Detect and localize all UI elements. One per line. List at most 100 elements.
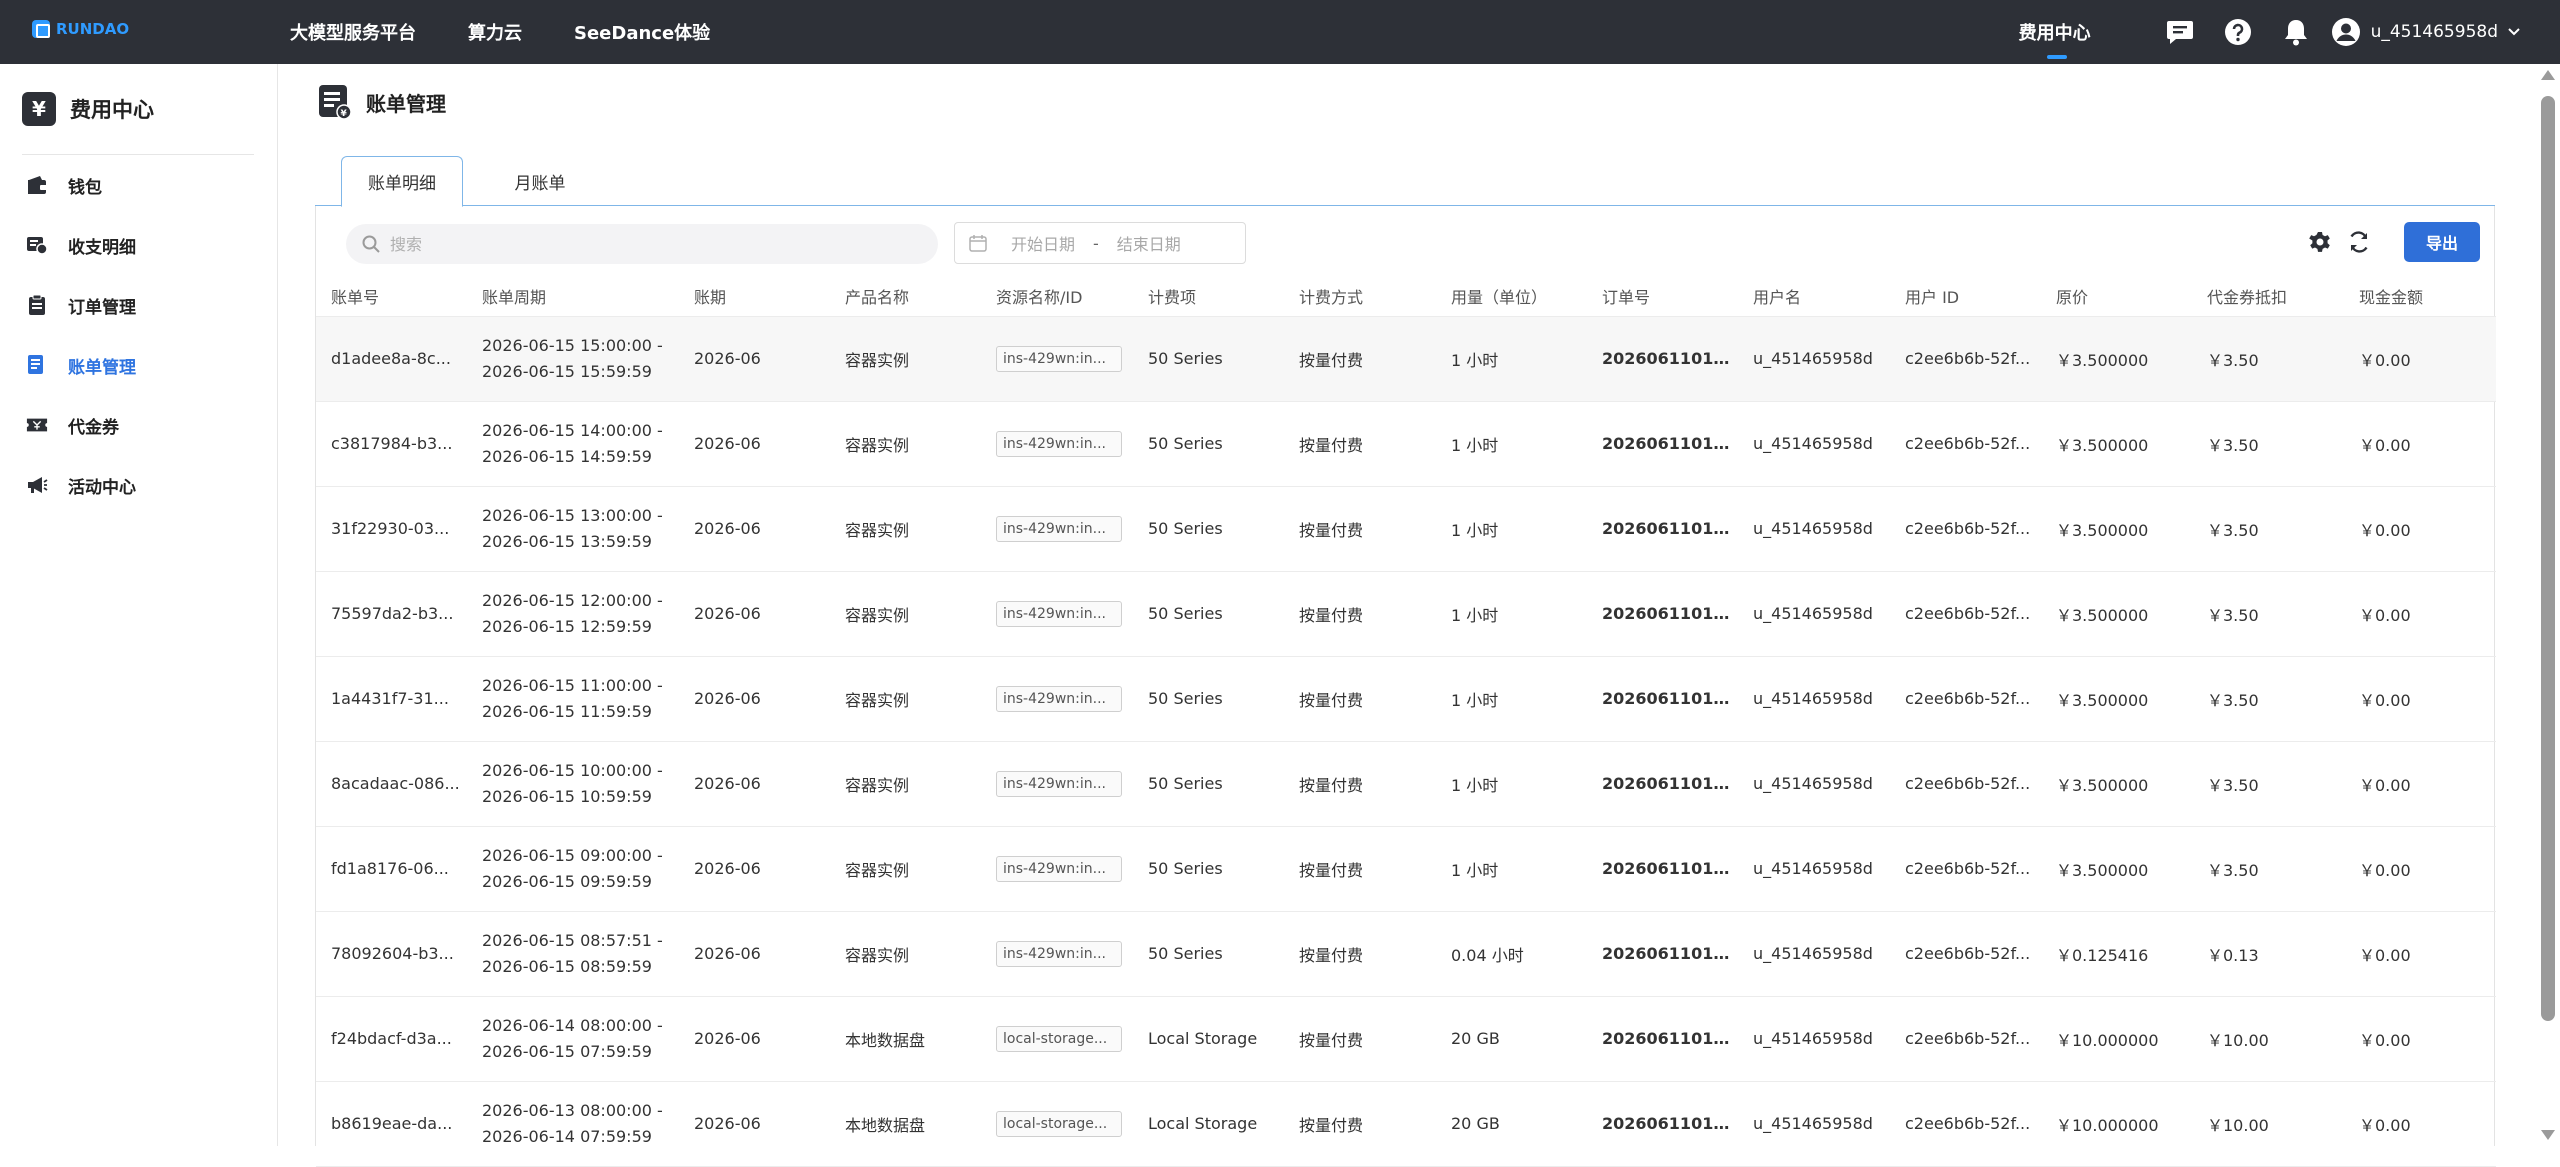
cell-bill-id: 31f22930-03... <box>316 486 467 572</box>
resource-tag[interactable]: ins-429wn:in... <box>996 685 1122 712</box>
table-row[interactable]: 8acadaac-086... 2026-06-15 10:00:00 -2026… <box>316 741 2496 827</box>
resource-tag[interactable]: ins-429wn:in... <box>996 345 1122 372</box>
cell-product: 容器实例 <box>830 486 981 572</box>
cell-billing-item: 50 Series <box>1133 571 1284 657</box>
period-start: 2026-06-15 11:00:00 <box>482 675 652 695</box>
sidebar-item-orders[interactable]: 订单管理 <box>26 285 136 325</box>
sidebar-item-label: 活动中心 <box>68 477 136 498</box>
bill-table: 账单号 账单周期 账期 产品名称 资源名称/ID 计费项 计费方式 用量（单位）… <box>316 276 2496 1167</box>
cell-usage: 20 GB <box>1436 1081 1587 1167</box>
svg-text:¥: ¥ <box>341 109 348 119</box>
col-billing-term: 账期 <box>679 276 830 317</box>
cell-bill-period: 2026-06-15 10:00:00 - 2026-06-15 10:59:59 <box>467 741 679 827</box>
nav-compute-cloud[interactable]: 算力云 <box>468 19 522 45</box>
sidebar-item-activities[interactable]: 活动中心 <box>26 465 136 505</box>
bill-icon <box>26 354 48 376</box>
end-date-input[interactable]: 结束日期 <box>1117 231 1181 255</box>
table-row[interactable]: f24bdacf-d3a... 2026-06-14 08:00:00 -2026… <box>316 996 2496 1082</box>
table-row[interactable]: 31f22930-03... 2026-06-15 13:00:00 -2026-… <box>316 486 2496 572</box>
cell-resource: ins-429wn:in... <box>981 401 1133 487</box>
sidebar-item-wallet[interactable]: 钱包 <box>26 165 102 205</box>
resource-tag[interactable]: ins-429wn:in... <box>996 600 1122 627</box>
cell-voucher-deduction: ￥3.50 <box>2192 741 2344 827</box>
period-start: 2026-06-15 12:00:00 <box>482 590 652 610</box>
cell-cash-amount: ￥0.00 <box>2344 1081 2496 1167</box>
nav-seedance[interactable]: SeeDance体验 <box>574 19 710 45</box>
cell-cash-amount: ￥0.00 <box>2344 486 2496 572</box>
nav-llm-platform[interactable]: 大模型服务平台 <box>290 19 416 45</box>
cell-order-id: 20260611010... <box>1587 571 1738 657</box>
cell-product: 本地数据盘 <box>830 996 981 1082</box>
cell-cash-amount: ￥0.00 <box>2344 656 2496 742</box>
export-button[interactable]: 导出 <box>2404 222 2480 262</box>
col-bill-period: 账单周期 <box>467 276 679 317</box>
table-row[interactable]: 75597da2-b3... 2026-06-15 12:00:00 -2026-… <box>316 571 2496 657</box>
brand-logo[interactable]: RUNDAO <box>32 20 129 38</box>
resource-tag[interactable]: ins-429wn:in... <box>996 855 1122 882</box>
scrollbar-thumb[interactable] <box>2541 96 2555 1021</box>
search-box[interactable] <box>346 224 938 264</box>
chevron-down-icon <box>2508 28 2520 36</box>
cell-product: 容器实例 <box>830 656 981 742</box>
cell-username: u_451465958d <box>1738 911 1890 997</box>
cell-cash-amount: ￥0.00 <box>2344 996 2496 1082</box>
cell-user-id: c2ee6b6b-52f... <box>1890 486 2041 572</box>
resource-tag[interactable]: ins-429wn:in... <box>996 515 1122 542</box>
sidebar-title-text: 费用中心 <box>70 98 154 122</box>
period-end: 2026-06-15 09:59:59 <box>482 871 652 891</box>
cell-billing-method: 按量付费 <box>1284 826 1436 912</box>
scroll-down-arrow-icon[interactable] <box>2541 1130 2555 1140</box>
help-icon[interactable] <box>2209 0 2267 64</box>
resource-tag[interactable]: ins-429wn:in... <box>996 430 1122 457</box>
cell-usage: 1 小时 <box>1436 741 1587 827</box>
cell-resource: local-storage... <box>981 1081 1133 1167</box>
cell-order-id: 20260611010... <box>1587 996 1738 1082</box>
table-row[interactable]: d1adee8a-8c... 2026-06-15 15:00:00 -2026-… <box>316 316 2496 402</box>
search-input[interactable] <box>390 234 890 254</box>
col-cash-amount: 现金金额 <box>2344 276 2496 317</box>
cell-bill-id: b8619eae-da... <box>316 1081 467 1167</box>
cell-bill-id: c3817984-b3... <box>316 401 467 487</box>
table-row[interactable]: fd1a8176-06... 2026-06-15 09:00:00 -2026-… <box>316 826 2496 912</box>
tab-bill-details[interactable]: 账单明细 <box>341 156 463 207</box>
clipboard-icon <box>26 294 48 316</box>
cell-bill-period: 2026-06-14 08:00:00 - 2026-06-15 07:59:59 <box>467 996 679 1082</box>
cell-username: u_451465958d <box>1738 1081 1890 1167</box>
sidebar-item-transactions[interactable]: 收支明细 <box>26 225 136 265</box>
cell-usage: 1 小时 <box>1436 316 1587 402</box>
resource-tag[interactable]: ins-429wn:in... <box>996 770 1122 797</box>
date-range-picker[interactable]: 开始日期 - 结束日期 <box>954 222 1246 264</box>
page-scrollbar[interactable] <box>2536 64 2560 1146</box>
cell-billing-item: 50 Series <box>1133 741 1284 827</box>
sidebar: ¥ 费用中心 钱包 收支明细 订单管理 账单管理 代金券 活动中心 <box>0 64 278 1146</box>
period-start: 2026-06-13 08:00:00 <box>482 1100 652 1120</box>
refresh-icon[interactable] <box>2346 230 2372 258</box>
cell-product: 本地数据盘 <box>830 1081 981 1167</box>
cell-billing-item: 50 Series <box>1133 316 1284 402</box>
table-row[interactable]: c3817984-b3... 2026-06-15 14:00:00 -2026-… <box>316 401 2496 487</box>
tab-monthly-bill[interactable]: 月账单 <box>485 156 595 206</box>
nav-fee-center[interactable]: 费用中心 <box>2019 19 2091 59</box>
sidebar-item-vouchers[interactable]: 代金券 <box>26 405 119 445</box>
cell-billing-method: 按量付费 <box>1284 911 1436 997</box>
period-start: 2026-06-15 08:57:51 <box>482 930 652 950</box>
bell-icon[interactable] <box>2267 0 2325 64</box>
cell-product: 容器实例 <box>830 911 981 997</box>
scroll-up-arrow-icon[interactable] <box>2541 70 2555 80</box>
sidebar-item-bills[interactable]: 账单管理 <box>26 345 136 385</box>
table-row[interactable]: b8619eae-da... 2026-06-13 08:00:00 -2026-… <box>316 1081 2496 1167</box>
table-row[interactable]: 1a4431f7-31... 2026-06-15 11:00:00 -2026-… <box>316 656 2496 742</box>
gear-icon[interactable] <box>2308 230 2332 258</box>
cell-billing-method: 按量付费 <box>1284 316 1436 402</box>
resource-tag[interactable]: local-storage... <box>996 1025 1122 1052</box>
period-separator: - <box>651 420 663 440</box>
cell-resource: ins-429wn:in... <box>981 741 1133 827</box>
message-icon[interactable] <box>2151 0 2209 64</box>
table-row[interactable]: 78092604-b3... 2026-06-15 08:57:51 -2026-… <box>316 911 2496 997</box>
resource-tag[interactable]: ins-429wn:in... <box>996 940 1122 967</box>
resource-tag[interactable]: local-storage... <box>996 1110 1122 1137</box>
user-menu[interactable]: u_451465958d <box>2331 17 2520 47</box>
cell-user-id: c2ee6b6b-52f... <box>1890 911 2041 997</box>
sidebar-item-label: 收支明细 <box>68 237 136 258</box>
start-date-input[interactable]: 开始日期 <box>1011 231 1075 255</box>
